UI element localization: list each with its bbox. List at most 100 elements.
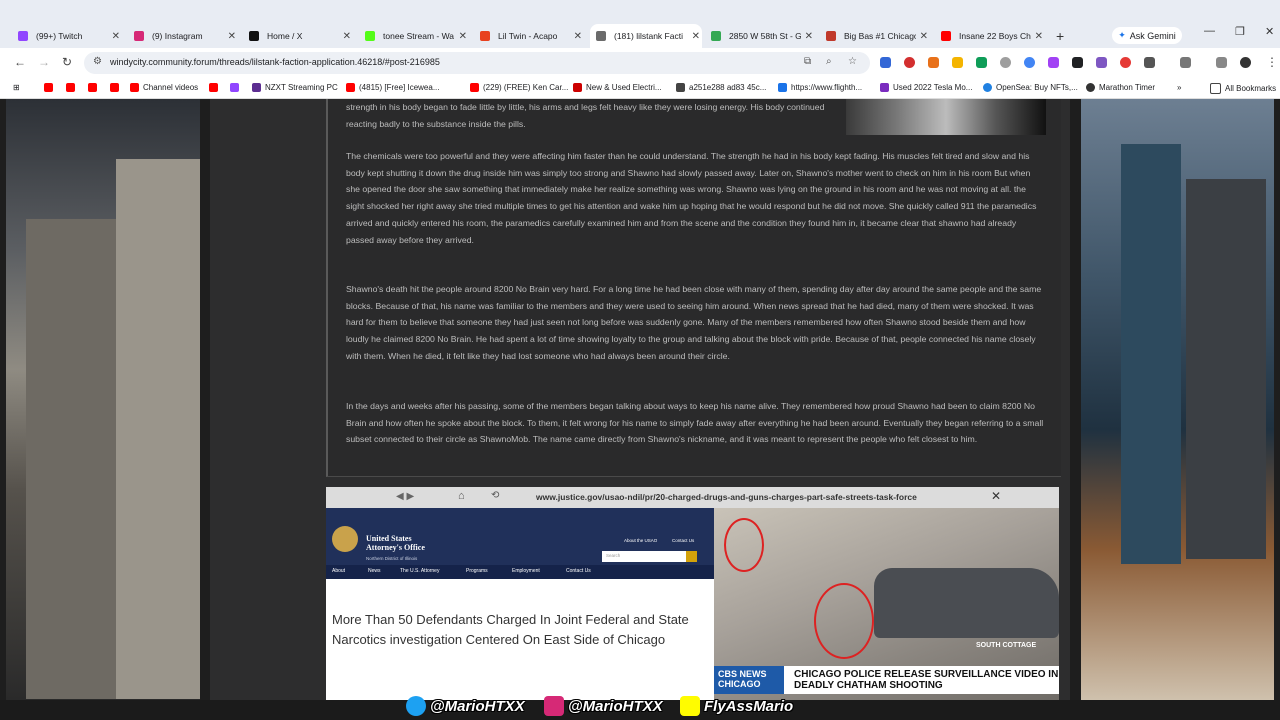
extension-icon[interactable] [1000,57,1011,68]
tab-title: (181) lilstank Facti [614,31,683,41]
bookmark-icewear[interactable]: (4815) [Free] Icewea... [346,83,439,92]
close-icon[interactable]: ✕ [228,31,236,42]
forward-icon[interactable]: → [38,55,50,69]
extension-icon[interactable] [880,57,891,68]
bookmark-label: Used 2022 Tesla Mo... [893,83,973,92]
tab-acapella[interactable]: Lil Twin - Acapo ✕ [480,24,584,48]
city-background-right [1081,99,1274,700]
window-close-icon[interactable]: ✕ [1265,25,1274,38]
bookmark-nzxt[interactable]: NZXT Streaming PC [252,83,338,92]
bookmark-label: (229) (FREE) Ken Car... [483,83,569,92]
extension-icon[interactable] [976,57,987,68]
doj-nav-item: Contact Us [566,568,591,574]
bookmark-label: https://www.flighth... [791,83,863,92]
close-icon[interactable]: ✕ [805,31,813,42]
bookmark-channel-videos[interactable]: Channel videos [130,83,198,92]
puzzle-icon[interactable] [1144,57,1155,68]
close-icon[interactable]: ✕ [574,31,582,42]
bookmark-flight[interactable]: https://www.flighth... [778,83,862,92]
back-icon: ◀ ▶ [396,491,415,502]
close-icon[interactable]: ✕ [920,31,928,42]
bookmark-hash[interactable]: a251e288 ad83 45c... [676,83,766,92]
tab-title: (9) Instagram [152,31,203,41]
more-bookmarks-icon[interactable]: » [1177,83,1181,92]
youtube-icon [110,83,119,92]
bookmark-marathon[interactable]: Marathon Timer [1086,83,1155,92]
extension-icon[interactable] [1096,57,1107,68]
doj-district: Northern District of Illinois [366,556,418,561]
maximize-icon[interactable]: ❐ [1235,25,1245,38]
zoom-icon[interactable]: ⌕ [826,56,832,67]
bookmark-label: (4815) [Free] Icewea... [359,83,440,92]
address-bar[interactable]: ⚙ windycity.community.forum/threads/lils… [84,52,870,74]
kebab-menu-icon[interactable]: ⋮ [1266,55,1278,69]
close-icon[interactable]: ✕ [692,31,700,42]
tab-maps[interactable]: 2850 W 58th St - G ✕ [711,24,815,48]
music-icon [480,31,490,41]
bookmark-label: OpenSea: Buy NFTs,... [996,83,1078,92]
sidepanel-icon[interactable] [1180,57,1191,68]
close-icon[interactable]: ✕ [459,31,467,42]
highlight-circle [724,518,764,572]
extension-icon[interactable] [904,57,915,68]
media-icon[interactable] [1216,57,1227,68]
tab-kick[interactable]: tonee Stream - Wa ✕ [365,24,469,48]
doj-search-placeholder: Search [606,553,621,558]
tab-title: tonee Stream - Wa [383,31,455,41]
bookmark-label: Channel videos [143,83,199,92]
embedded-url: www.justice.gov/usao-ndil/pr/20-charged-… [536,492,917,502]
bookmark-youtube-4[interactable] [110,83,123,92]
apps-icon[interactable]: ⊞ [13,83,20,92]
timer-icon [1086,83,1095,92]
bookmark-youtube-1[interactable] [44,83,57,92]
avatar[interactable] [1240,57,1251,68]
back-icon[interactable]: ← [14,55,26,69]
opensea-icon [983,83,992,92]
bookmark-youtube-2[interactable] [66,83,79,92]
cbs-lower-third: CBS NEWS CHICAGO CHICAGO POLICE RELEASE … [714,666,1059,694]
tab-title: (99+) Twitch [36,31,83,41]
doj-nav-item: Programs [466,568,488,574]
instagram-icon [544,696,564,716]
reload-icon[interactable]: ↻ [62,55,72,69]
extension-icon[interactable] [1024,57,1035,68]
extension-icon[interactable] [928,57,939,68]
bookmark-electric[interactable]: New & Used Electri... [573,83,662,92]
bookmark-ken-car[interactable]: (229) (FREE) Ken Car... [470,83,568,92]
ask-gemini-label: Ask Gemini [1129,30,1176,41]
site-info-icon[interactable]: ⚙ [93,56,102,67]
social-twitter: @MarioHTXX [406,696,525,716]
url-text[interactable]: windycity.community.forum/threads/lilsta… [110,57,440,67]
tab-x[interactable]: Home / X ✕ [249,24,353,48]
bookmark-tesla[interactable]: Used 2022 Tesla Mo... [880,83,972,92]
extension-icon[interactable] [1048,57,1059,68]
all-bookmarks[interactable]: All Bookmarks [1210,83,1276,94]
twitch-icon [230,83,239,92]
extension-icon[interactable] [952,57,963,68]
close-icon[interactable]: ✕ [1035,31,1043,42]
extension-icon[interactable] [1120,57,1131,68]
tab-twitch[interactable]: (99+) Twitch ✕ [18,24,122,48]
tab-youtube[interactable]: Insane 22 Boys Chi ✕ [941,24,1045,48]
install-icon[interactable]: ⧉ [804,56,811,67]
star-icon[interactable]: ☆ [848,56,857,67]
folder-icon [1210,83,1221,94]
close-icon[interactable]: ✕ [343,31,351,42]
bookmark-opensea[interactable]: OpenSea: Buy NFTs,... [983,83,1078,92]
tab-forum-active[interactable]: (181) lilstank Facti ✕ [590,24,702,48]
new-tab-button[interactable]: + [1056,28,1064,44]
tab-instagram[interactable]: (9) Instagram ✕ [134,24,238,48]
tab-bigbas[interactable]: Big Bas #1 Chicago ✕ [826,24,930,48]
bookmark-youtube-3[interactable] [88,83,101,92]
close-icon[interactable]: ✕ [112,31,120,42]
minimize-icon[interactable]: — [1204,25,1215,37]
building-image [26,219,116,699]
bookmark-label: NZXT Streaming PC [265,83,338,92]
bookmark-youtube-5[interactable] [209,83,222,92]
bookmark-twitch[interactable] [230,83,243,92]
extension-icon[interactable] [1072,57,1083,68]
ask-gemini-button[interactable]: ✦ Ask Gemini [1112,27,1182,44]
news-video-frame: SOUTH COTTAGE CBS NEWS CHICAGO CHICAGO P… [714,508,1059,700]
post-paragraph: Shawno's death hit the people around 820… [346,284,1042,361]
youtube-icon [941,31,951,41]
